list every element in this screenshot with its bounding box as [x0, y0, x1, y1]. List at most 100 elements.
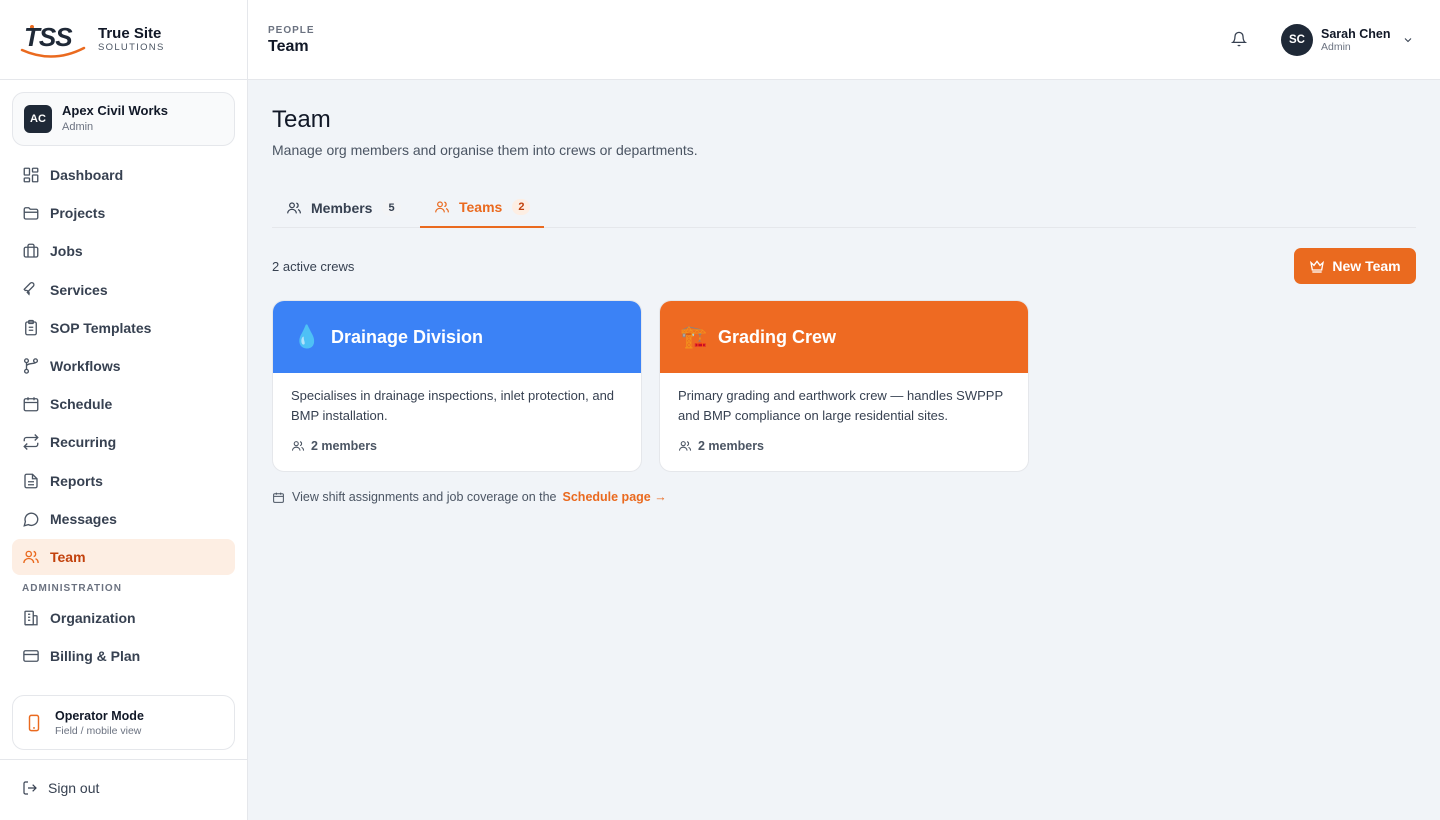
team-card-header: 🏗️ Grading Crew [660, 301, 1028, 373]
dashboard-icon [22, 166, 40, 184]
team-members-label: 2 members [311, 439, 378, 453]
sidebar-item-team[interactable]: Team [12, 538, 235, 575]
folder-icon [22, 204, 40, 222]
users-icon [291, 439, 305, 453]
brand-logo-text: TSS [24, 21, 73, 52]
breadcrumb-title: Team [268, 38, 309, 55]
sidebar-item-organization[interactable]: Organization [12, 600, 235, 636]
page-description: Manage org members and organise them int… [272, 142, 698, 158]
sign-out-button[interactable]: Sign out [22, 780, 99, 796]
breadcrumb-section: PEOPLE [268, 25, 315, 36]
users-icon [22, 548, 40, 566]
sidebar-item-label: Workflows [50, 357, 121, 374]
sidebar-item-workflows[interactable]: Workflows [12, 348, 235, 384]
briefcase-icon [22, 242, 40, 260]
sidebar-nav: Dashboard Projects Jobs Services SOP Tem… [12, 157, 235, 676]
calendar-icon [22, 395, 40, 413]
topbar: PEOPLE Team SC Sarah Chen Admin [248, 0, 1440, 80]
bell-icon [1231, 31, 1247, 47]
tab-label: Members [311, 200, 373, 216]
tab-teams[interactable]: Teams 2 [420, 188, 544, 228]
brand[interactable]: TSS True Site SOLUTIONS [0, 0, 247, 80]
user-role: Admin [1321, 41, 1351, 53]
logout-icon [22, 780, 38, 796]
mobile-phone-icon [27, 714, 41, 732]
tab-members[interactable]: Members 5 [272, 188, 402, 228]
crown-icon [1309, 258, 1325, 274]
sidebar-item-messages[interactable]: Messages [12, 501, 235, 537]
brand-name: True Site [98, 24, 162, 42]
sidebar-item-label: Messages [50, 510, 117, 527]
team-description: Specialises in drainage inspections, inl… [291, 388, 615, 423]
users-icon [678, 439, 692, 453]
team-member-count: 2 members [291, 439, 377, 453]
team-member-count: 2 members [678, 439, 764, 453]
message-icon [22, 510, 40, 528]
team-members-label: 2 members [698, 439, 765, 453]
crew-count-label: 2 active crews [272, 259, 355, 274]
user-name: Sarah Chen [1321, 27, 1391, 41]
sidebar-item-recurring[interactable]: Recurring [12, 424, 235, 460]
construction-crane-icon: 🏗️ [680, 324, 708, 349]
sidebar-item-reports[interactable]: Reports [12, 463, 235, 499]
users-icon [286, 200, 302, 216]
team-name: Drainage Division [331, 326, 484, 347]
operator-mode-title: Operator Mode [55, 708, 144, 723]
sign-out-label: Sign out [48, 780, 100, 796]
user-menu[interactable]: SC Sarah Chen Admin [1281, 24, 1414, 56]
sidebar-item-label: Organization [50, 609, 136, 626]
sidebar-item-label: Jobs [50, 243, 83, 260]
org-avatar: AC [24, 105, 52, 133]
team-card-grading-crew[interactable]: 🏗️ Grading Crew Primary grading and eart… [659, 300, 1029, 472]
schedule-note-text: View shift assignments and job coverage … [292, 490, 557, 504]
sidebar-item-services[interactable]: Services [12, 272, 235, 308]
team-name: Grading Crew [718, 326, 837, 347]
workflow-icon [22, 357, 40, 375]
sidebar-item-projects[interactable]: Projects [12, 195, 235, 231]
sidebar-item-schedule[interactable]: Schedule [12, 386, 235, 422]
tab-count-badge: 5 [382, 200, 401, 216]
brand-sub: SOLUTIONS [98, 41, 165, 53]
org-role: Admin [62, 121, 94, 133]
team-description: Primary grading and earthwork crew — han… [678, 388, 1003, 423]
new-team-button[interactable]: New Team [1294, 248, 1416, 284]
tab-count-badge: 2 [512, 199, 531, 215]
calendar-icon [272, 491, 285, 504]
sidebar-item-label: Reports [50, 472, 103, 489]
sidebar-item-label: Recurring [50, 434, 117, 451]
signout-area: Sign out [0, 759, 247, 820]
operator-mode-button[interactable]: Operator Mode Field / mobile view [12, 695, 235, 750]
page-title: Team [272, 106, 331, 133]
document-icon [22, 472, 40, 490]
clipboard-icon [22, 319, 40, 337]
schedule-page-link[interactable]: Schedule page → [563, 490, 667, 504]
notifications-button[interactable] [1231, 31, 1247, 47]
team-card-drainage-division[interactable]: 💧 Drainage Division Specialises in drain… [272, 300, 642, 472]
sidebar-item-sop-templates[interactable]: SOP Templates [12, 310, 235, 346]
schedule-note: View shift assignments and job coverage … [272, 490, 667, 504]
tab-label: Teams [459, 199, 503, 215]
brand-logo: TSS [18, 20, 88, 60]
sidebar-item-label: Dashboard [50, 167, 124, 183]
tab-bar: Members 5 Teams 2 [272, 188, 1416, 228]
users-icon [434, 199, 450, 215]
sidebar-item-jobs[interactable]: Jobs [12, 233, 235, 269]
nav-section-administration: ADMINISTRATION [22, 582, 122, 594]
sidebar-item-label: Schedule [50, 396, 113, 413]
repeat-icon [22, 433, 40, 451]
sidebar-item-label: Team [50, 548, 86, 565]
sidebar-item-billing[interactable]: Billing & Plan [12, 638, 235, 674]
building-icon [22, 609, 40, 627]
sidebar-item-dashboard[interactable]: Dashboard [12, 157, 235, 193]
sidebar: TSS True Site SOLUTIONS AC Apex Civil Wo… [0, 0, 248, 820]
avatar: SC [1281, 24, 1313, 56]
team-card-header: 💧 Drainage Division [273, 301, 641, 373]
org-switcher[interactable]: AC Apex Civil Works Admin [12, 92, 235, 146]
wrench-icon [22, 281, 40, 299]
water-drop-icon: 💧 [293, 324, 321, 349]
credit-card-icon [22, 647, 40, 665]
org-name: Apex Civil Works [62, 103, 168, 118]
sidebar-item-label: Billing & Plan [50, 648, 141, 665]
sidebar-item-label: Projects [50, 205, 106, 222]
sidebar-item-label: SOP Templates [50, 319, 152, 336]
